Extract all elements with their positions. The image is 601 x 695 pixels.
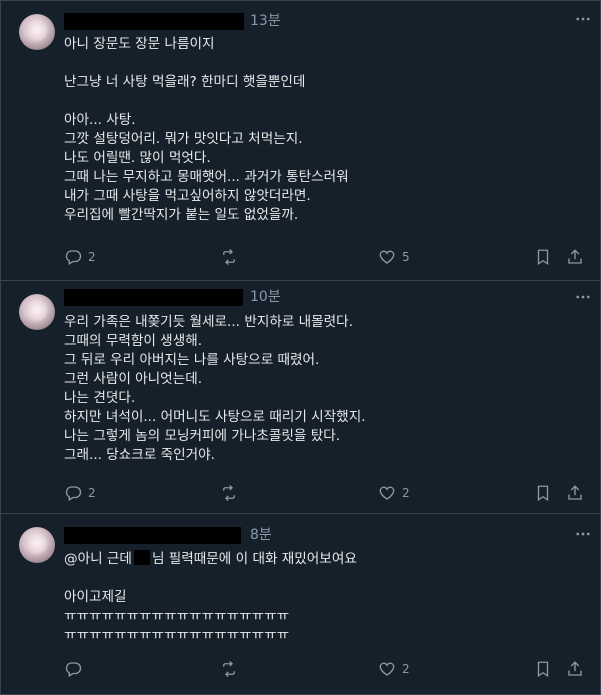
tweet-text: @아니 근데 님 필력때문에 이 대화 재밌어보여요 아이고제길 ㅠㅠㅠㅠㅠㅠㅠㅠ…	[64, 550, 357, 645]
retweet-button[interactable]	[220, 248, 244, 266]
tweet-actions: 2 2	[64, 484, 600, 504]
tweet-actions: 2	[64, 660, 600, 680]
reply-icon	[65, 486, 82, 501]
avatar[interactable]	[19, 14, 55, 50]
text-line: 우리 가족은 내쫒기듯 월세로... 반지하로 내몰렷다.	[64, 314, 354, 330]
text-line: 그깟 설탕덩어리. 뭐가 맛잇다고 처먹는지.	[64, 131, 303, 147]
reply-icon	[65, 250, 82, 265]
like-button[interactable]: 2	[378, 660, 410, 678]
retweet-button[interactable]	[220, 660, 244, 678]
heart-icon	[379, 250, 395, 264]
retweet-icon	[223, 249, 235, 265]
like-button[interactable]: 2	[378, 484, 410, 502]
reply-count: 2	[88, 250, 96, 264]
text-line: 그래... 당쇼크로 죽인거야.	[64, 447, 215, 463]
share-icon	[568, 485, 582, 500]
tweet-text: 우리 가족은 내쫒기듯 월세로... 반지하로 내몰렷다. 그때의 무력함이 생…	[64, 313, 366, 465]
tweet-text: 아니 장문도 장문 나름이지 난그냥 너 사탕 먹을래? 한마디 햇을뿐인데 아…	[64, 35, 349, 225]
text-line: 나는 그렇게 놈의 모닝커피에 가나초콜릿을 탔다.	[64, 428, 341, 444]
text-line: 그때 나는 무지하고 몽매햇어... 과거가 통탄스러워	[64, 169, 349, 185]
text-line: @아니 근데 님 필력때문에 이 대화 재밌어보여요	[64, 550, 357, 569]
more-icon[interactable]	[574, 10, 592, 32]
reply-button[interactable]: 2	[64, 484, 96, 502]
like-count: 2	[402, 486, 410, 500]
reply-icon	[65, 662, 82, 677]
like-count: 2	[402, 662, 410, 676]
share-icon	[568, 661, 582, 676]
text-line: 아니 장문도 장문 나름이지	[64, 36, 215, 52]
retweet-button[interactable]	[220, 484, 244, 502]
text-line: 그때의 무력함이 생생해.	[64, 333, 203, 349]
avatar[interactable]	[19, 527, 55, 563]
avatar[interactable]	[19, 294, 55, 330]
text-line: ㅠㅠㅠㅠㅠㅠㅠㅠㅠㅠㅠㅠㅠㅠㅠㅠㅠㅠ	[64, 627, 290, 643]
text-line: 그 뒤로 우리 아버지는 나를 사탕으로 때렸어.	[64, 352, 320, 368]
text-line: ㅠㅠㅠㅠㅠㅠㅠㅠㅠㅠㅠㅠㅠㅠㅠㅠㅠㅠ	[64, 608, 290, 624]
bookmark-button[interactable]	[534, 248, 552, 266]
text-line: 아아... 사탕.	[64, 112, 136, 128]
reply-button[interactable]: 2	[64, 248, 96, 266]
share-icon	[568, 249, 582, 264]
redacted-name	[133, 550, 150, 565]
tweet[interactable]: 10분 우리 가족은 내쫒기듯 월세로... 반지하로 내몰렷다. 그때의 무력…	[1, 280, 600, 514]
heart-icon	[379, 662, 395, 676]
bookmark-button[interactable]	[534, 484, 552, 502]
text-line	[64, 54, 349, 73]
mention-text[interactable]: @아니 근데	[64, 551, 132, 567]
share-button[interactable]	[566, 660, 584, 678]
more-icon[interactable]	[574, 288, 592, 310]
text-line: 나도 어릴땐. 많이 먹엇다.	[64, 150, 211, 166]
text-line: 우리집에 빨간딱지가 붙는 일도 없었을까.	[64, 207, 299, 223]
reply-count: 2	[88, 486, 96, 500]
text-line: 내가 그때 사탕을 먹고싶어하지 않앗더라면.	[64, 188, 311, 204]
text-line	[64, 92, 349, 111]
text-line: 나는 견뎟다.	[64, 390, 136, 406]
retweet-icon	[223, 661, 235, 677]
tweet-time[interactable]: 8분	[250, 527, 272, 544]
text-line	[64, 569, 357, 588]
bookmark-icon	[537, 661, 549, 678]
more-icon[interactable]	[574, 525, 592, 547]
retweet-icon	[223, 485, 235, 501]
text-line: 아이고제길	[64, 589, 127, 605]
text-line: 그런 사람이 아니엇는데.	[64, 371, 203, 387]
tweet-time[interactable]: 10분	[250, 289, 281, 306]
like-button[interactable]: 5	[378, 248, 410, 266]
reply-button[interactable]	[64, 660, 88, 678]
heart-icon	[379, 486, 395, 500]
bookmark-button[interactable]	[534, 660, 552, 678]
share-button[interactable]	[566, 248, 584, 266]
text-line: 하지만 녀석이... 어머니도 사탕으로 때리기 시작했지.	[64, 409, 366, 425]
bookmark-icon	[537, 485, 549, 502]
tweet-time[interactable]: 13분	[250, 13, 281, 30]
redacted-username	[64, 13, 244, 30]
share-button[interactable]	[566, 484, 584, 502]
redacted-username	[64, 289, 243, 306]
tweet[interactable]: 8분 @아니 근데 님 필력때문에 이 대화 재밌어보여요 아이고제길 ㅠㅠㅠㅠㅠ…	[1, 513, 600, 693]
like-count: 5	[402, 250, 410, 264]
text-segment: 님 필력때문에 이 대화 재밌어보여요	[151, 551, 357, 567]
text-line: 난그냥 너 사탕 먹을래? 한마디 햇을뿐인데	[64, 74, 306, 90]
tweet[interactable]: 13분 아니 장문도 장문 나름이지 난그냥 너 사탕 먹을래? 한마디 햇을뿐…	[1, 0, 600, 281]
redacted-username	[64, 527, 241, 544]
tweet-actions: 2 5	[64, 248, 600, 268]
bookmark-icon	[537, 249, 549, 266]
